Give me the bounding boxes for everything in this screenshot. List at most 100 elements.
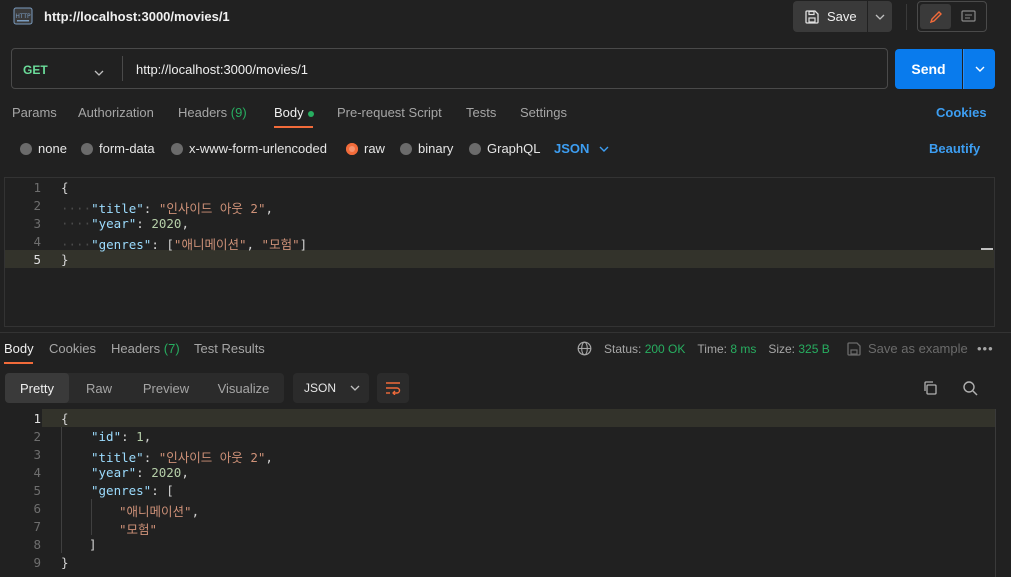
headers-count: (9): [230, 105, 247, 120]
size-value: 325 B: [798, 341, 830, 356]
code-line: "year": 2020,: [91, 465, 189, 480]
code-line: "모험": [119, 522, 158, 537]
time-label: Time:: [697, 341, 727, 356]
response-view-selector: Pretty Raw Preview Visualize: [5, 373, 284, 403]
line-number: 2: [33, 429, 41, 444]
view-raw[interactable]: Raw: [69, 373, 129, 403]
code-line: {: [61, 180, 69, 195]
line-number: 8: [33, 537, 41, 552]
wrap-lines-icon: [386, 382, 401, 395]
response-headers-count: (7): [163, 341, 180, 356]
tab-settings[interactable]: Settings: [520, 105, 567, 120]
radio-x-www-form-urlencoded[interactable]: x-www-form-urlencoded: [171, 141, 327, 156]
chevron-down-icon[interactable]: [94, 64, 104, 79]
response-tab-cookies[interactable]: Cookies: [49, 341, 96, 356]
save-label: Save: [827, 9, 857, 24]
code-line: "genres": [: [91, 483, 174, 498]
save-icon: [805, 9, 819, 24]
radio-indicator-selected: [346, 142, 358, 155]
radio-label: raw: [364, 141, 385, 156]
line-number: 6: [33, 501, 41, 516]
tab-params[interactable]: Params: [12, 105, 57, 120]
edit-mode-button[interactable]: [920, 4, 951, 29]
method-select[interactable]: GET: [23, 63, 48, 77]
radio-graphql[interactable]: GraphQL: [469, 141, 540, 156]
response-tab-body[interactable]: Body: [4, 341, 34, 356]
radio-none[interactable]: none: [20, 141, 67, 156]
time-info[interactable]: Time: 8 ms: [697, 342, 756, 356]
save-icon: [847, 341, 861, 356]
save-button[interactable]: Save: [793, 1, 867, 32]
response-scrollbar[interactable]: [995, 409, 996, 577]
radio-raw[interactable]: raw: [346, 141, 385, 156]
view-mode-toggle: [917, 1, 987, 32]
radio-indicator: [20, 142, 32, 155]
chevron-down-icon: [350, 385, 360, 391]
response-tab-test-results[interactable]: Test Results: [194, 341, 265, 356]
line-number: 1: [33, 411, 41, 426]
tab-pre-request-script[interactable]: Pre-request Script: [337, 105, 442, 120]
globe-icon[interactable]: [577, 341, 592, 356]
radio-indicator: [400, 142, 412, 155]
body-format-select[interactable]: JSON: [554, 141, 609, 156]
save-as-example-label: Save as example: [868, 341, 968, 356]
size-info[interactable]: Size: 325 B: [768, 342, 829, 356]
code-line: ····"genres": ["애니메이션", "모험"]: [61, 237, 308, 252]
status-value: 200 OK: [644, 341, 686, 356]
editor-scroll-marker: [981, 248, 993, 250]
radio-indicator: [171, 142, 183, 155]
pencil-icon: [929, 10, 942, 23]
search-icon[interactable]: [962, 380, 978, 399]
radio-indicator: [469, 142, 481, 155]
radio-label: form-data: [99, 141, 155, 156]
send-options-button[interactable]: [963, 49, 995, 89]
code-line: "id": 1,: [91, 429, 152, 444]
beautify-link[interactable]: Beautify: [929, 141, 980, 156]
line-number: 2: [33, 198, 41, 213]
send-button[interactable]: Send: [895, 49, 962, 89]
save-as-example-button[interactable]: Save as example: [847, 341, 968, 356]
view-preview[interactable]: Preview: [129, 373, 203, 403]
comments-mode-button[interactable]: [953, 4, 984, 29]
tab-authorization[interactable]: Authorization: [78, 105, 154, 120]
radio-binary[interactable]: binary: [400, 141, 453, 156]
wrap-lines-button[interactable]: [377, 373, 409, 403]
code-line: ····"year": 2020,: [61, 216, 189, 231]
view-pretty[interactable]: Pretty: [5, 373, 69, 403]
radio-form-data[interactable]: form-data: [81, 141, 155, 156]
radio-label: x-www-form-urlencoded: [189, 141, 327, 156]
radio-indicator: [81, 142, 93, 155]
view-visualize[interactable]: Visualize: [203, 373, 284, 403]
tab-headers[interactable]: Headers (9): [178, 105, 247, 120]
cookies-link[interactable]: Cookies: [936, 105, 987, 120]
line-number: 3: [33, 216, 41, 231]
line-number: 5: [33, 252, 41, 267]
response-tab-headers[interactable]: Headers (7): [111, 341, 180, 356]
response-meta: Status: 200 OK Time: 8 ms Size: 325 B: [577, 341, 830, 356]
line-number: 1: [33, 180, 41, 195]
code-line: }: [61, 252, 69, 267]
copy-icon[interactable]: [922, 380, 938, 399]
status-info[interactable]: Status: 200 OK: [604, 342, 685, 356]
line-number: 3: [33, 447, 41, 462]
code-line: "애니메이션",: [119, 504, 200, 519]
indent-guide: [91, 499, 92, 535]
tab-tests[interactable]: Tests: [466, 105, 496, 120]
url-input[interactable]: http://localhost:3000/movies/1: [136, 62, 308, 77]
size-label: Size:: [768, 341, 796, 356]
svg-text:HTTP: HTTP: [15, 13, 31, 20]
code-line: "title": "인사이드 아웃 2",: [91, 450, 273, 465]
response-tab-headers-label: Headers: [111, 341, 161, 356]
toolbar-divider: [906, 4, 907, 30]
tab-body[interactable]: Body: [274, 105, 314, 120]
response-format-select[interactable]: JSON: [293, 373, 369, 403]
http-request-icon: HTTP: [12, 6, 34, 28]
pane-splitter[interactable]: [0, 332, 1011, 333]
body-format-label: JSON: [554, 141, 590, 156]
more-options-icon[interactable]: •••: [977, 341, 994, 356]
request-title[interactable]: http://localhost:3000/movies/1: [44, 9, 230, 24]
code-line: }: [61, 555, 69, 570]
active-tab-indicator: [274, 126, 313, 128]
save-options-button[interactable]: [868, 1, 892, 32]
current-line-highlight: [42, 409, 995, 427]
